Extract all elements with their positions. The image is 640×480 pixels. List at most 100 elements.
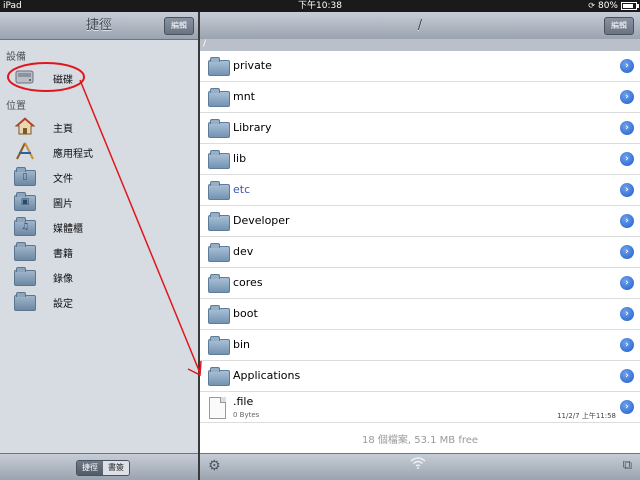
file-browser-navbar: / 編輯: [200, 12, 640, 40]
detail-disclosure-icon[interactable]: ›: [620, 152, 634, 166]
documents-folder-icon: ▯: [14, 167, 36, 186]
detail-disclosure-icon[interactable]: ›: [620, 369, 634, 383]
detail-disclosure-icon[interactable]: ›: [620, 338, 634, 352]
file-name: Applications: [233, 369, 301, 382]
media-folder-icon: ♫: [14, 217, 36, 236]
sidebar-item-books[interactable]: 書籍: [0, 240, 198, 264]
files-edit-button[interactable]: 編輯: [604, 17, 634, 35]
file-row[interactable]: bin ›: [200, 330, 640, 361]
detail-disclosure-icon[interactable]: ›: [620, 276, 634, 290]
sidebar-item-label: 圖片: [53, 199, 73, 210]
shortcuts-navbar: 捷徑 編輯: [0, 12, 198, 40]
sidebar-item-media[interactable]: ♫ 媒體櫃: [0, 215, 198, 239]
battery-percent: 80%: [597, 1, 618, 11]
folder-icon: [208, 57, 230, 76]
file-row[interactable]: cores ›: [200, 268, 640, 299]
battery-fill: [623, 4, 633, 8]
detail-disclosure-icon[interactable]: ›: [620, 214, 634, 228]
tab-bookmarks[interactable]: 書簽: [103, 461, 129, 475]
detail-disclosure-icon[interactable]: ›: [620, 121, 634, 135]
applications-icon: [14, 142, 36, 160]
file-name: bin: [233, 338, 251, 351]
sidebar-item-disk[interactable]: 磁碟: [0, 66, 198, 90]
file-name: cores: [233, 276, 263, 289]
file-name: .file: [233, 395, 254, 408]
sidebar-item-documents[interactable]: ▯ 文件: [0, 165, 198, 189]
folder-icon: [208, 367, 230, 386]
file-row[interactable]: Developer ›: [200, 206, 640, 237]
folder-icon: [208, 305, 230, 324]
file-browser-toolbar: ⚙ ⧉: [200, 453, 640, 480]
detail-disclosure-icon[interactable]: ›: [620, 400, 634, 414]
file-row[interactable]: etc ›: [200, 175, 640, 206]
pane-segmented-control: 捷徑 書簽: [76, 460, 130, 476]
videos-folder-icon: [14, 267, 36, 286]
settings-folder-icon: [14, 292, 36, 311]
detail-disclosure-icon[interactable]: ›: [620, 90, 634, 104]
folder-icon: [208, 243, 230, 262]
file-row[interactable]: dev ›: [200, 237, 640, 268]
folder-icon: [208, 119, 230, 138]
file-row[interactable]: Applications ›: [200, 361, 640, 392]
sidebar-item-label: 主頁: [53, 124, 73, 135]
sidebar-item-label: 文件: [53, 174, 73, 185]
sidebar-item-settings[interactable]: 設定: [0, 290, 198, 314]
shortcuts-edit-button[interactable]: 編輯: [164, 17, 194, 35]
detail-disclosure-icon[interactable]: ›: [620, 59, 634, 73]
status-bar: iPad 下午10:38 ⟳ 80%: [0, 0, 640, 12]
status-right: ⟳ 80%: [588, 0, 639, 12]
sidebar-item-label: 書籍: [53, 249, 73, 260]
sidebar-item-label: 磁碟: [53, 75, 73, 86]
sidebar-item-applications[interactable]: 應用程式: [0, 140, 198, 164]
file-name: mnt: [233, 90, 255, 103]
folder-icon: [208, 150, 230, 169]
directory-title: /: [417, 18, 423, 33]
file-row[interactable]: private ›: [200, 51, 640, 82]
windows-icon[interactable]: ⧉: [623, 458, 632, 473]
folder-icon: [208, 88, 230, 107]
battery-icon: [621, 2, 639, 10]
disk-icon: [14, 68, 36, 86]
folder-icon: [208, 181, 230, 200]
file-name: boot: [233, 307, 258, 320]
detail-disclosure-icon[interactable]: ›: [620, 183, 634, 197]
file-browser-pane: / 編輯 / private › mnt › Library › lib › e…: [200, 12, 640, 480]
shortcuts-toolbar: 捷徑 書簽: [0, 453, 198, 480]
sidebar-item-videos[interactable]: 錄像: [0, 265, 198, 289]
sidebar-item-home[interactable]: 主頁: [0, 115, 198, 139]
home-icon: [14, 117, 36, 135]
section-header-devices: 設備: [6, 52, 26, 63]
file-date: 11/2/7 上午11:58: [557, 412, 616, 420]
file-name: Developer: [233, 214, 290, 227]
books-folder-icon: [14, 242, 36, 261]
file-size: 0 Bytes: [233, 411, 260, 419]
sidebar-item-label: 應用程式: [53, 149, 93, 160]
sidebar-item-label: 媒體櫃: [53, 224, 83, 235]
file-name: lib: [233, 152, 247, 165]
folder-icon: [208, 336, 230, 355]
file-row[interactable]: .file 0 Bytes 11/2/7 上午11:58 ›: [200, 392, 640, 423]
file-row[interactable]: Library ›: [200, 113, 640, 144]
folder-icon: [208, 212, 230, 231]
sidebar-item-label: 錄像: [53, 274, 73, 285]
file-name: private: [233, 59, 272, 72]
sidebar-item-pictures[interactable]: ▣ 圖片: [0, 190, 198, 214]
wifi-icon[interactable]: [410, 457, 426, 472]
file-name: dev: [233, 245, 254, 258]
file-name: etc: [233, 183, 251, 196]
detail-disclosure-icon[interactable]: ›: [620, 307, 634, 321]
section-header-locations: 位置: [6, 101, 26, 112]
file-row[interactable]: lib ›: [200, 144, 640, 175]
shortcuts-pane: 捷徑 編輯 設備 磁碟 位置 主頁 應用程式 ▯ 文件 ▣ 圖片 ♫ 媒體櫃 書…: [0, 12, 200, 480]
detail-disclosure-icon[interactable]: ›: [620, 245, 634, 259]
gear-icon[interactable]: ⚙: [208, 458, 221, 474]
file-row[interactable]: boot ›: [200, 299, 640, 330]
file-name: Library: [233, 121, 272, 134]
storage-summary: 18 個檔案, 53.1 MB free: [361, 435, 479, 446]
tab-shortcuts[interactable]: 捷徑: [77, 461, 103, 475]
sidebar-item-label: 設定: [53, 299, 73, 310]
folder-icon: [208, 274, 230, 293]
pictures-folder-icon: ▣: [14, 192, 36, 211]
rotation-lock-icon: ⟳: [588, 1, 595, 10]
file-row[interactable]: mnt ›: [200, 82, 640, 113]
